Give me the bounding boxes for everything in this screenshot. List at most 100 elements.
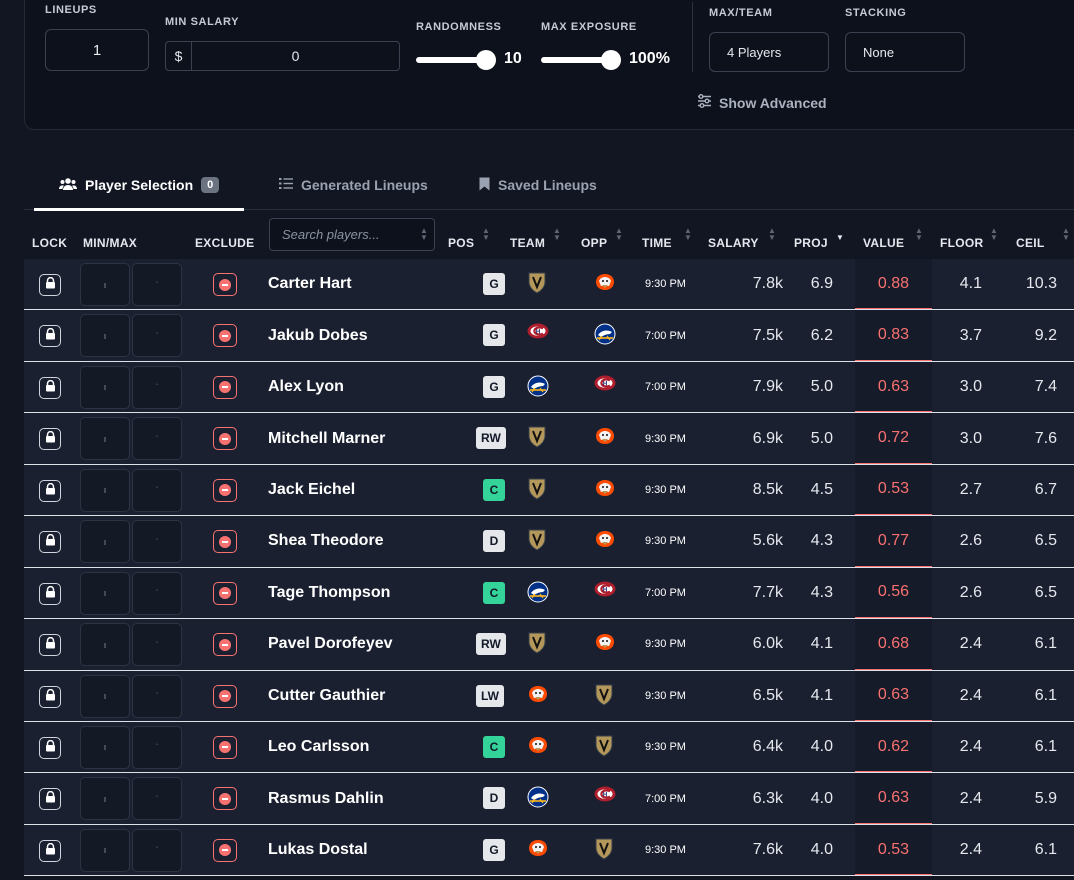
min-salary-field[interactable]: $ 0 — [165, 41, 400, 71]
col-header-opp[interactable]: OPP — [581, 236, 607, 250]
lock-button[interactable] — [39, 274, 61, 296]
sort-ceil-icon[interactable]: ▲ ▼ — [1062, 227, 1070, 242]
max-exposure-input[interactable]: ˈ — [132, 263, 182, 306]
sliders-icon — [697, 94, 712, 111]
sort-team-icon[interactable]: ▲ ▼ — [553, 227, 561, 242]
max-exposure-slider-thumb[interactable] — [601, 50, 621, 70]
max-team-select[interactable]: 4 Players — [709, 32, 829, 72]
min-exposure-input[interactable]: ı — [80, 417, 130, 461]
player-name[interactable]: Alex Lyon — [268, 362, 344, 412]
player-name[interactable]: Leo Carlsson — [268, 722, 369, 772]
min-exposure-input[interactable]: ı — [80, 674, 130, 718]
player-name[interactable]: Cutter Gauthier — [268, 671, 385, 721]
max-exposure-input[interactable]: ˈ — [132, 520, 182, 564]
player-name[interactable]: Rasmus Dahlin — [268, 773, 384, 823]
sort-time-icon[interactable]: ▲ ▼ — [684, 227, 692, 242]
sort-proj-desc-icon[interactable]: ▲ ▼ — [836, 227, 844, 242]
player-name[interactable]: Lukas Dostal — [268, 825, 368, 875]
sort-pos-icon[interactable]: ▲ ▼ — [482, 227, 490, 242]
show-advanced-button[interactable]: Show Advanced — [697, 94, 827, 111]
lock-button[interactable] — [39, 479, 61, 502]
exclude-button[interactable] — [213, 530, 237, 554]
col-header-floor[interactable]: FLOOR — [940, 236, 984, 250]
sort-salary-icon[interactable]: ▲ ▼ — [768, 227, 776, 242]
exclude-button[interactable] — [213, 375, 237, 399]
max-exposure-input[interactable]: ˈ — [132, 828, 182, 872]
randomness-slider[interactable] — [416, 50, 496, 70]
exclude-button[interactable] — [213, 787, 237, 811]
lock-button[interactable] — [39, 685, 61, 708]
max-exposure-input[interactable]: ˈ — [132, 365, 182, 409]
exclude-button[interactable] — [213, 581, 237, 605]
exclude-button[interactable] — [213, 324, 237, 348]
exclude-button[interactable] — [213, 478, 237, 502]
minus-circle-icon — [219, 278, 231, 291]
min-exposure-input[interactable]: ı — [80, 314, 130, 358]
min-exposure-input[interactable]: ı — [80, 828, 130, 872]
player-name[interactable]: Mitchell Marner — [268, 413, 385, 463]
col-header-ceil[interactable]: CEIL — [1016, 236, 1045, 250]
game-time: 7:00 PM — [645, 792, 686, 805]
search-sort-arrows-icon[interactable]: ▲ ▼ — [420, 227, 428, 242]
player-name[interactable]: Jakub Dobes — [268, 310, 368, 360]
lock-button[interactable] — [39, 325, 61, 348]
sort-opp-icon[interactable]: ▲ ▼ — [615, 227, 623, 242]
max-exposure-input[interactable]: ˈ — [132, 674, 182, 718]
tab-generated-lineups[interactable]: Generated Lineups — [279, 160, 428, 210]
lock-button[interactable] — [39, 428, 61, 451]
lineups-input[interactable]: 1 — [45, 29, 149, 71]
min-exposure-input[interactable]: ı — [80, 623, 130, 667]
max-exposure-input[interactable]: ˈ — [132, 725, 182, 769]
exclude-button[interactable] — [213, 735, 237, 759]
max-exposure-input[interactable]: ˈ — [132, 314, 182, 358]
exclude-button[interactable] — [213, 427, 237, 451]
player-name[interactable]: Tage Thompson — [268, 568, 390, 618]
randomness-slider-thumb[interactable] — [476, 50, 496, 70]
exclude-button[interactable] — [213, 273, 237, 296]
player-name[interactable]: Pavel Dorofeyev — [268, 619, 393, 669]
col-header-time[interactable]: TIME — [642, 236, 672, 250]
stacking-select[interactable]: None — [845, 32, 965, 72]
sort-floor-icon[interactable]: ▲ ▼ — [990, 227, 998, 242]
floor-value: 3.0 — [959, 429, 982, 447]
tab-saved-lineups[interactable]: Saved Lineups — [479, 160, 597, 210]
min-exposure-input[interactable]: ı — [80, 468, 130, 512]
salary-value: 6.9k — [752, 429, 783, 447]
max-exposure-input[interactable]: ˈ — [132, 571, 182, 615]
col-header-value[interactable]: VALUE — [863, 236, 904, 250]
player-name[interactable]: Jack Eichel — [268, 465, 355, 515]
exclude-button[interactable] — [213, 633, 237, 657]
lock-button[interactable] — [39, 531, 61, 554]
col-header-salary[interactable]: SALARY — [708, 236, 759, 250]
lock-button[interactable] — [39, 376, 61, 399]
max-exposure-input[interactable]: ˈ — [132, 777, 182, 821]
search-players-input[interactable] — [269, 218, 435, 251]
lock-button[interactable] — [39, 582, 61, 605]
tab-player-selection[interactable]: Player Selection 0 — [33, 160, 245, 211]
min-exposure-input[interactable]: ı — [80, 725, 130, 769]
exclude-button[interactable] — [213, 838, 237, 862]
position-badge: G — [483, 375, 505, 398]
min-salary-input[interactable]: 0 — [192, 42, 399, 70]
max-exposure-input[interactable]: ˈ — [132, 417, 182, 461]
min-exposure-input[interactable]: ı — [80, 365, 130, 409]
max-exposure-label: MAX EXPOSURE — [541, 21, 637, 33]
min-exposure-input[interactable]: ı — [80, 777, 130, 821]
lock-button[interactable] — [39, 788, 61, 811]
min-exposure-input[interactable]: ı — [80, 571, 130, 615]
min-exposure-input[interactable]: ı — [80, 520, 130, 564]
lock-button[interactable] — [39, 634, 61, 657]
max-exposure-slider[interactable] — [541, 50, 621, 70]
player-name[interactable]: Carter Hart — [268, 259, 352, 309]
col-header-team[interactable]: TEAM — [510, 236, 545, 250]
max-exposure-input[interactable]: ˈ — [132, 468, 182, 512]
player-name[interactable]: Shea Theodore — [268, 516, 384, 566]
lock-button[interactable] — [39, 839, 61, 862]
sort-value-icon[interactable]: ▲ ▼ — [915, 227, 923, 242]
min-exposure-input[interactable]: ı — [80, 263, 130, 306]
max-exposure-input[interactable]: ˈ — [132, 623, 182, 667]
exclude-button[interactable] — [213, 684, 237, 708]
col-header-pos[interactable]: POS — [448, 236, 474, 250]
col-header-proj[interactable]: PROJ — [794, 236, 828, 250]
lock-button[interactable] — [39, 736, 61, 759]
